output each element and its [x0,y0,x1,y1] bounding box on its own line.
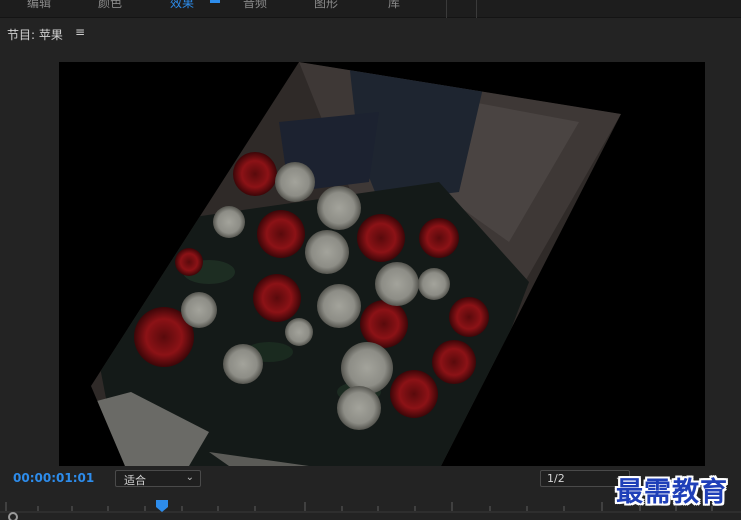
zoom-level-select[interactable]: 适合 ⌄ [115,470,201,487]
playhead-timecode[interactable]: 00:00:01:01 [13,471,94,485]
tab-audio[interactable]: 音频 [243,0,267,11]
program-monitor-header: 节目: 苹果 ≡ [0,19,741,49]
tab-graphics[interactable]: 图形 [314,0,338,11]
tab-color[interactable]: 颜色 [98,0,122,11]
program-monitor-viewer[interactable] [59,62,705,466]
playhead-icon[interactable] [156,500,168,512]
strip-divider [446,0,447,18]
watermark-logo: 最需教育 [616,477,728,508]
panel-title[interactable]: 节目: 苹果 [7,26,63,43]
tab-effects[interactable]: 效果 [170,0,194,11]
strip-divider [476,0,477,18]
panel-menu-icon[interactable]: ≡ [75,25,85,39]
active-tab-indicator [210,0,220,3]
tab-edit[interactable]: 编辑 [27,0,51,11]
zoom-slider-handle[interactable] [8,512,18,520]
rotated-rose-video-frame [91,62,621,466]
tab-libraries[interactable]: 库 [388,0,400,11]
zoom-level-value: 适合 [124,474,146,487]
chevron-down-icon: ⌄ [185,472,194,483]
workspace-tab-strip: 编辑 颜色 效果 音频 图形 库 [0,0,741,18]
playback-resolution-value: 1/2 [547,472,565,485]
